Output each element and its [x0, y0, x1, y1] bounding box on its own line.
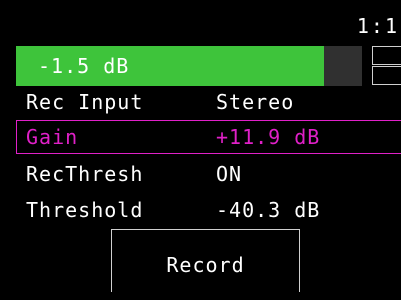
param-value: +11.9 dB — [216, 125, 321, 149]
level-meter: -1.5 dB — [16, 46, 401, 86]
meter-level-label: -1.5 dB — [38, 54, 130, 78]
param-label: Rec Input — [26, 90, 144, 114]
param-row-gain[interactable]: Gain +11.9 dB — [16, 120, 401, 154]
param-value: Stereo — [216, 90, 295, 114]
param-label: RecThresh — [26, 162, 144, 186]
record-button[interactable]: Record — [111, 229, 300, 292]
param-label: Gain — [26, 125, 79, 149]
param-row-rec-thresh[interactable]: RecThresh ON — [16, 157, 401, 191]
param-row-rec-input[interactable]: Rec Input Stereo — [16, 85, 401, 119]
param-row-threshold[interactable]: Threshold -40.3 dB — [16, 193, 401, 227]
peak-indicator-left — [372, 46, 401, 65]
param-label: Threshold — [26, 198, 144, 222]
param-value: -40.3 dB — [216, 198, 321, 222]
status-ratio: 1:1 — [356, 14, 399, 38]
peak-indicator-right — [372, 66, 401, 85]
param-value: ON — [216, 162, 243, 186]
device-screen: 1:1 -1.5 dB Rec Input Stereo Gain +11.9 … — [8, 0, 401, 292]
